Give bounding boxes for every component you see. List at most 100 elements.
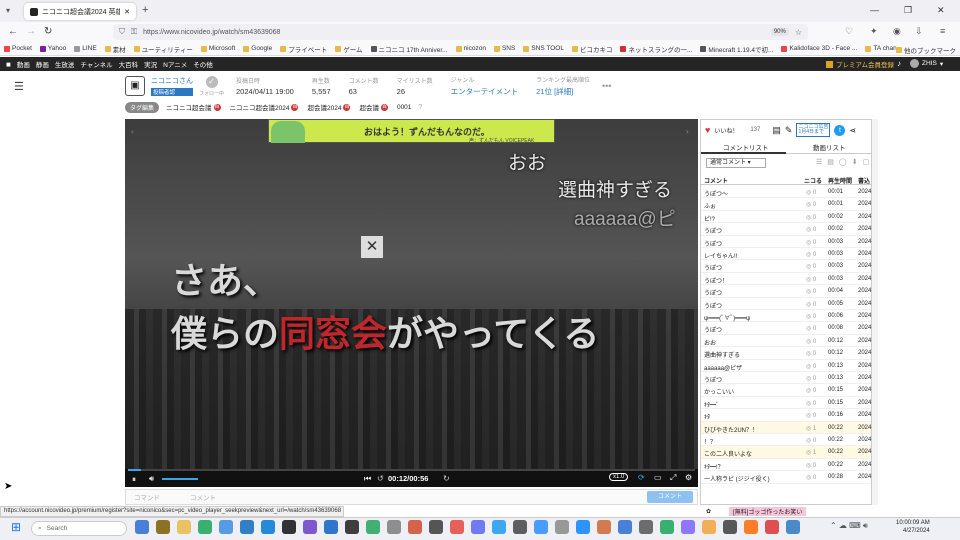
hamburger-menu-icon[interactable]: ☰ [14, 80, 24, 93]
comment-row[interactable]: レイちゃん!! ◎ 0 00:03 2024 [701, 248, 871, 261]
app-icon[interactable] [387, 520, 401, 534]
comment-sort-select[interactable]: 通常コメント ▾ [706, 158, 766, 168]
comment-row[interactable]: うぽつ～ ◎ 0 00:01 2024 [701, 186, 871, 199]
zoom-level[interactable]: 90% [770, 28, 789, 36]
menu-icon[interactable]: ≡ [940, 26, 945, 36]
tag-item[interactable]: 0001 [397, 104, 411, 111]
niconico-logo-icon[interactable]: ■ [6, 60, 11, 69]
file-explorer-icon[interactable] [156, 520, 170, 534]
nico-nav-link[interactable]: 静画 [36, 59, 49, 69]
system-clock[interactable]: 10:00:09 AM 4/27/2024 [896, 519, 930, 535]
paint-icon[interactable] [702, 520, 716, 534]
tag-label[interactable]: 超会議 [359, 102, 379, 112]
maximize-icon[interactable]: ❐ [904, 5, 912, 16]
comment-input[interactable]: コメント [190, 492, 216, 502]
comment-row[interactable]: ｷﾀ ◎ 0 00:16 2024 [701, 409, 871, 422]
tag-item[interactable]: 超会議2024 百 [307, 102, 351, 112]
comment-row[interactable]: この二人良いよな ◎ 1 00:22 2024 [701, 446, 871, 459]
next-arrow-icon[interactable]: › [686, 127, 689, 136]
vscode-icon[interactable] [303, 520, 317, 534]
comment-row[interactable]: ピ!? ◎ 0 00:02 2024 [701, 211, 871, 224]
dictionary-icon[interactable]: 百 [291, 103, 299, 111]
close-ad-icon[interactable]: ✕ [361, 236, 383, 258]
mylist-icon[interactable]: ▤ [772, 125, 781, 136]
tag-item[interactable]: ニコニコ超会議2024 百 [230, 102, 299, 112]
nico-nav-link[interactable]: 生放送 [55, 59, 75, 69]
ad-icon[interactable]: ✎ [785, 125, 793, 136]
bookmark-item[interactable]: Google [243, 45, 272, 52]
app-icon[interactable] [597, 520, 611, 534]
rewind-icon[interactable]: ↺ [377, 474, 384, 483]
comment-tools-icons[interactable]: ☰▤◯⬇▢ [816, 158, 874, 166]
tag-item[interactable]: ニコニコ超会議百 [166, 102, 221, 112]
back-icon[interactable]: ← [8, 26, 18, 37]
forward-icon[interactable]: → [26, 26, 36, 37]
tray-icons[interactable]: ⌃ ☁ ⌨ 🔊︎ [830, 521, 868, 531]
bookmark-star-icon[interactable]: ☆ [795, 28, 802, 37]
twitter-icon[interactable]: t [834, 124, 846, 136]
stat-value[interactable]: 21位 [詳細] [536, 86, 590, 97]
bookmark-item[interactable]: Pocket [4, 45, 32, 52]
comment-row[interactable]: うぽつ ◎ 0 00:02 2024 [701, 223, 871, 236]
nico-nav-link[interactable]: 動画 [17, 59, 30, 69]
comment-row[interactable]: aaaaaa@ピザ ◎ 0 00:13 2024 [701, 360, 871, 372]
bookmark-item[interactable]: ゲーム [335, 44, 363, 54]
user-menu[interactable]: ZHIS ▾ [910, 59, 943, 68]
tag-edit-button[interactable]: タグ編集 [125, 101, 160, 113]
edge-icon[interactable] [219, 520, 233, 534]
video-frame[interactable]: ‹ › おはよう！ずんだもんなのだ。 声：ずんだもん VOICEPEAK おお … [125, 119, 698, 469]
nicoru-count[interactable]: ◎ 1 [806, 425, 816, 432]
nicoru-count[interactable]: ◎ 1 [806, 449, 816, 456]
prev-arrow-icon[interactable]: ‹ [131, 127, 134, 136]
app-icon[interactable] [786, 520, 800, 534]
tag-item[interactable]: 超会議百 [359, 102, 388, 112]
tag-label[interactable]: 超会議2024 [307, 102, 341, 112]
comment-row[interactable]: ｷﾀ━ﾞ ◎ 0 00:15 2024 [701, 397, 871, 410]
nicoru-count[interactable]: ◎ 0 [806, 462, 816, 469]
tab-list-icon[interactable]: ▾ [6, 6, 16, 16]
playback-speed[interactable]: x1.0 [609, 473, 629, 481]
nico-nav-link[interactable]: その他 [193, 59, 213, 69]
downloads-icon[interactable]: ⇩ [915, 26, 923, 37]
bookmark-item[interactable]: ニコニコ 17th Anniver... [370, 44, 448, 54]
settings-icon[interactable] [261, 520, 275, 534]
seek-bar[interactable] [128, 469, 695, 471]
settings-gear-icon[interactable]: ⚙ [685, 473, 692, 482]
nico-nav-link[interactable]: 実況 [144, 59, 157, 69]
comment-row[interactable]: ひびやきた2UN？！ ◎ 1 00:22 2024 [701, 421, 871, 434]
bookmark-item[interactable]: 素材 [104, 44, 126, 54]
discord-icon[interactable] [471, 520, 485, 534]
premium-link[interactable]: プレミアム会員登録 [826, 59, 894, 69]
ad-period-badge[interactable]: ニコニコ広告 1月4日まで [796, 123, 831, 137]
comment-row[interactable]: うぽつ！ ◎ 0 00:03 2024 [701, 273, 871, 286]
bottom-banner[interactable]: [無料]ゴッゴ作ったお笑い [729, 506, 807, 516]
tag-label[interactable]: 0001 [397, 104, 411, 111]
comment-row[interactable]: うぽつ ◎ 0 00:03 2024 [701, 236, 871, 248]
share-icon[interactable]: ⋖ [849, 126, 856, 135]
heart-icon[interactable]: ♥ [705, 125, 710, 135]
repeat-icon[interactable]: ⟳ [638, 473, 645, 482]
nico-nav-link[interactable]: Nアニメ [163, 59, 187, 69]
bookmark-item[interactable]: ユーティリティー [133, 44, 193, 54]
account-icon[interactable]: ◉ [893, 26, 901, 37]
comment-row[interactable]: ｷﾀ━!？ ◎ 0 00:22 2024 [701, 459, 871, 472]
nicoru-count[interactable]: ◎ 0 [806, 251, 816, 258]
nicoru-count[interactable]: ◎ 0 [806, 325, 816, 332]
comment-row[interactable]: ！？ ◎ 0 00:22 2024 [701, 434, 871, 447]
comment-row[interactable]: かっこいい ◎ 0 00:15 2024 [701, 384, 871, 397]
notepad-icon[interactable] [282, 520, 296, 534]
comment-row[interactable]: うぽつ ◎ 0 00:03 2024 [701, 260, 871, 273]
extensions-icon[interactable]: ✦ [870, 26, 878, 37]
nicoru-count[interactable]: ◎ 0 [806, 412, 816, 419]
more-icon[interactable]: ••• [602, 81, 611, 91]
visual-studio-icon[interactable] [324, 520, 338, 534]
nico-nav-link[interactable]: 大百科 [119, 59, 139, 69]
volume-slider[interactable] [162, 478, 198, 480]
nicoru-count[interactable]: ◎ 0 [806, 201, 816, 208]
comment-row[interactable]: 一人称ラピ (ジジイ役く) ◎ 0 00:28 2024 [701, 471, 871, 484]
side-scrollbar[interactable] [872, 119, 878, 505]
col-comment[interactable]: コメント [704, 176, 728, 185]
folder-icon[interactable] [177, 520, 191, 534]
zoom-icon[interactable] [534, 520, 548, 534]
nicoru-count[interactable]: ◎ 0 [806, 313, 816, 320]
